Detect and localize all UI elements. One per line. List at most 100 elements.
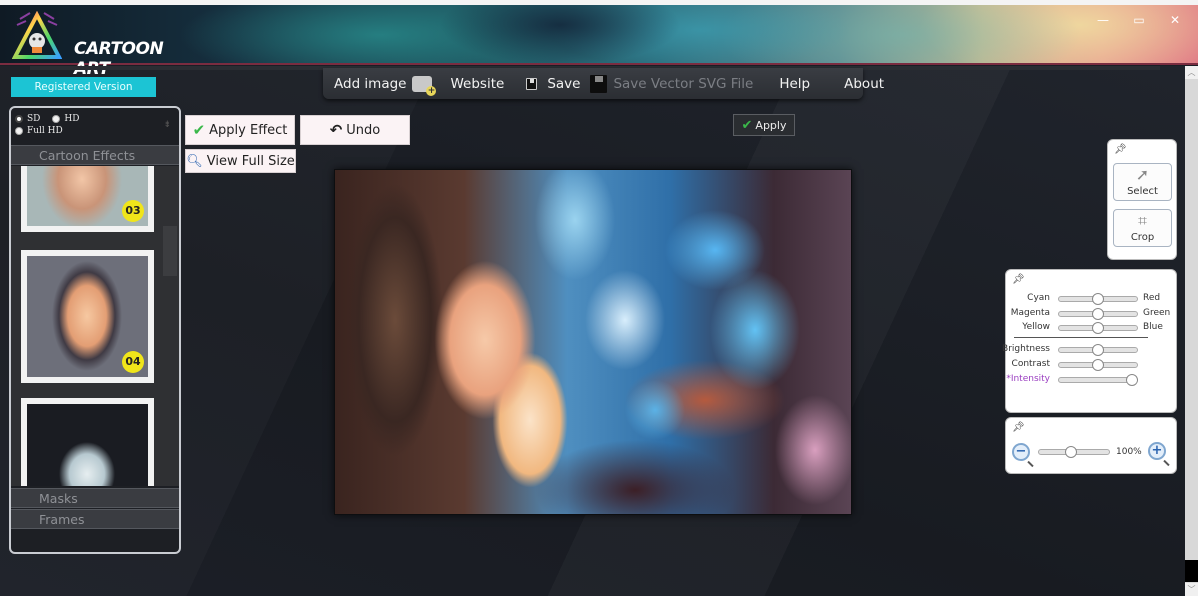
select-tool-button[interactable]: ➚ Select	[1113, 163, 1172, 201]
effects-list: 03 04	[11, 166, 179, 486]
slider-knob[interactable]	[1092, 359, 1104, 371]
menu-website-label: Website	[450, 75, 505, 92]
effect-thumbnail[interactable]	[21, 398, 154, 486]
app-logo: CARTOON ART	[11, 10, 172, 79]
section-frames[interactable]: Frames	[11, 509, 179, 529]
menu-about[interactable]: About	[844, 76, 884, 92]
window-controls: — ▭ ✕	[1096, 13, 1182, 27]
adjustment-slider-row: Contrast	[1006, 358, 1196, 372]
adjustment-slider-row: Yellow Blue	[1006, 321, 1196, 335]
radio-sd[interactable]	[15, 115, 23, 123]
image-canvas[interactable]	[334, 169, 852, 515]
menu-help-label: Help	[779, 75, 811, 92]
apply-button[interactable]: ✔ Apply	[733, 114, 795, 136]
effects-scrollbar[interactable]	[163, 226, 177, 276]
radio-full-hd-label: Full HD	[27, 126, 63, 136]
add-image-icon	[412, 75, 437, 96]
effects-sidebar: SD HD Full HD ⇟ Cartoon Effects 03 04 Ma…	[9, 106, 181, 554]
cartoonized-photo	[335, 170, 851, 514]
effect-preview-image: 03	[27, 166, 148, 226]
zoom-in-icon[interactable]: +	[1148, 442, 1166, 460]
radio-full-hd[interactable]	[15, 127, 23, 135]
apply-effect-button[interactable]: ✔ Apply Effect	[185, 115, 295, 145]
pin-icon[interactable]: ⇟	[163, 120, 171, 130]
menu-website[interactable]: Website	[450, 76, 504, 92]
scroll-up-arrow[interactable]: ︿	[1185, 66, 1198, 79]
slider-knob[interactable]	[1092, 344, 1104, 356]
view-full-size-button[interactable]: 🔍︎ View Full Size	[185, 149, 296, 173]
slider-knob[interactable]	[1125, 374, 1138, 386]
slider-right-label: Green	[1143, 307, 1171, 318]
zoom-value: 100%	[1116, 447, 1142, 457]
pin-icon[interactable]: 📌︎	[1012, 422, 1025, 433]
adjustments-divider	[1014, 337, 1148, 338]
window-scrollbar[interactable]: ︿ ﹀	[1185, 66, 1198, 596]
close-button[interactable]: ✕	[1168, 13, 1182, 27]
cursor-arrow-icon: ➚	[1135, 165, 1150, 184]
menu-save-vector-svg[interactable]: Save Vector SVG File	[590, 74, 753, 93]
zoom-in-icon: 🔍︎	[186, 153, 203, 169]
slider-label: Magenta	[1010, 307, 1050, 318]
effect-thumbnail[interactable]: 03	[21, 166, 154, 232]
adjustment-slider[interactable]	[1058, 293, 1138, 305]
adjustment-slider[interactable]	[1058, 307, 1138, 320]
adjustment-slider[interactable]	[1058, 374, 1138, 386]
logo-triangle-icon	[11, 10, 63, 59]
zoom-out-icon[interactable]: −	[1012, 443, 1030, 461]
slider-knob[interactable]	[1092, 307, 1104, 320]
slider-label: *Intensity	[1006, 374, 1050, 384]
floppy-icon	[590, 74, 608, 93]
menu-about-label: About	[844, 75, 885, 92]
radio-hd[interactable]	[52, 115, 61, 123]
apply-effect-label: Apply Effect	[209, 122, 288, 138]
menu-save[interactable]: Save	[526, 76, 580, 92]
checkmark-icon: ✔	[192, 121, 206, 139]
menu-save-label: Save	[547, 75, 581, 92]
effect-number-badge: 03	[122, 200, 144, 222]
undo-icon: ↶	[329, 121, 343, 139]
adjustment-slider[interactable]	[1058, 359, 1138, 371]
undo-label: Undo	[346, 122, 381, 138]
main-menu-bar: Add image Website Save Save Vector SVG F…	[323, 68, 884, 99]
tools-panel: 📌︎ ➚ Select ⌗ Crop	[1107, 139, 1177, 260]
slider-label: Contrast	[1011, 359, 1050, 369]
slider-label: Brightness	[1002, 344, 1050, 354]
pin-icon[interactable]: 📌︎	[1012, 274, 1025, 285]
adjustment-slider-row: *Intensity	[1006, 373, 1196, 387]
effect-thumbnail[interactable]: 04	[21, 250, 154, 383]
crop-icon: ⌗	[1137, 211, 1147, 230]
app-header: CARTOON ART — ▭ ✕	[0, 5, 1198, 79]
zoom-slider[interactable]	[1038, 446, 1110, 458]
checkmark-icon: ✔	[741, 117, 753, 133]
scrollbar-track-dark	[1185, 560, 1198, 582]
slider-label: Cyan	[1027, 293, 1050, 303]
adjustment-slider[interactable]	[1058, 322, 1138, 334]
minimize-button[interactable]: —	[1096, 13, 1110, 27]
maximize-button[interactable]: ▭	[1132, 13, 1146, 27]
adjustments-panel: 📌︎ Cyan Red Magenta Green Yellow Blue Brightne…	[1002, 269, 1177, 413]
zoom-slider-knob[interactable]	[1064, 446, 1077, 458]
menu-help[interactable]: Help	[779, 76, 810, 92]
menu-add-image-label: Add image	[334, 75, 407, 92]
apply-label: Apply	[755, 118, 787, 132]
adjustment-slider[interactable]	[1058, 344, 1138, 356]
section-cartoon-effects[interactable]: Cartoon Effects	[11, 145, 179, 165]
app-title: CARTOON ART	[74, 39, 164, 79]
slider-knob[interactable]	[1092, 322, 1104, 334]
adjustment-slider-row: Cyan Red	[1006, 292, 1196, 306]
menu-add-image[interactable]: Add image	[334, 75, 437, 96]
adjustment-slider-row: Magenta Green	[1006, 307, 1196, 321]
effect-preview-image: 04	[27, 256, 148, 377]
slider-knob[interactable]	[1092, 293, 1104, 305]
registered-version-button[interactable]: Registered Version	[11, 77, 156, 97]
select-label: Select	[1127, 186, 1158, 197]
section-masks[interactable]: Masks	[11, 488, 179, 508]
view-full-size-label: View Full Size	[206, 153, 295, 169]
pin-icon[interactable]: 📌︎	[1114, 144, 1127, 155]
crop-tool-button[interactable]: ⌗ Crop	[1113, 209, 1172, 247]
undo-button[interactable]: ↶ Undo	[300, 115, 410, 145]
scroll-down-arrow[interactable]: ﹀	[1185, 583, 1198, 596]
crop-label: Crop	[1130, 232, 1155, 243]
adjustment-slider-row: Brightness	[1002, 343, 1196, 357]
radio-sd-label: SD	[27, 114, 41, 124]
